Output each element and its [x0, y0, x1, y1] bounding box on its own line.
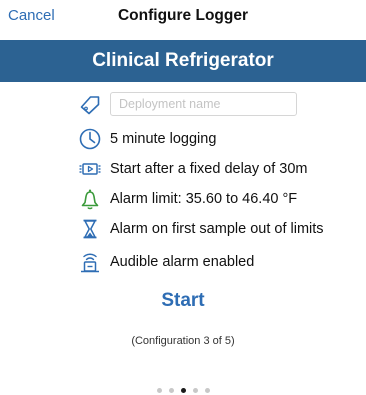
- page-dot-3-current[interactable]: [180, 388, 186, 393]
- deployment-name-input[interactable]: [110, 92, 297, 116]
- setting-row-alarm-trigger: Alarm on first sample out of limits: [78, 216, 324, 242]
- setting-label: Alarm limit: 35.60 to 46.40 °F: [110, 191, 298, 207]
- hourglass-icon: [78, 217, 102, 241]
- delayed-start-icon: [78, 157, 102, 181]
- setting-label: 5 minute logging: [110, 131, 217, 147]
- setting-label: Audible alarm enabled: [110, 254, 255, 270]
- page-dot-5[interactable]: [204, 388, 210, 393]
- page-dot-1[interactable]: [156, 388, 162, 393]
- start-button[interactable]: Start: [0, 290, 366, 312]
- setting-row-logging: 5 minute logging: [78, 126, 216, 152]
- setting-row-alarm-limit: Alarm limit: 35.60 to 46.40 °F: [78, 186, 297, 212]
- deployment-row: [78, 91, 297, 117]
- tag-icon: [78, 92, 102, 116]
- setting-row-audible-alarm: Audible alarm enabled: [78, 249, 254, 275]
- setting-row-start-delay: Start after a fixed delay of 30m: [78, 156, 307, 182]
- setting-label: Alarm on first sample out of limits: [110, 221, 324, 237]
- logger-name-banner: Clinical Refrigerator: [0, 40, 366, 82]
- audible-alarm-icon: [78, 250, 102, 274]
- page-indicator: [0, 388, 366, 393]
- page-dot-2[interactable]: [168, 388, 174, 393]
- configuration-counter: (Configuration 3 of 5): [131, 335, 235, 347]
- bell-icon: [78, 187, 102, 211]
- page-dot-4[interactable]: [192, 388, 198, 393]
- setting-label: Start after a fixed delay of 30m: [110, 161, 308, 177]
- page-title: Configure Logger: [117, 7, 249, 24]
- clock-icon: [78, 127, 102, 151]
- nav-bar: Cancel Configure Logger: [0, 0, 366, 36]
